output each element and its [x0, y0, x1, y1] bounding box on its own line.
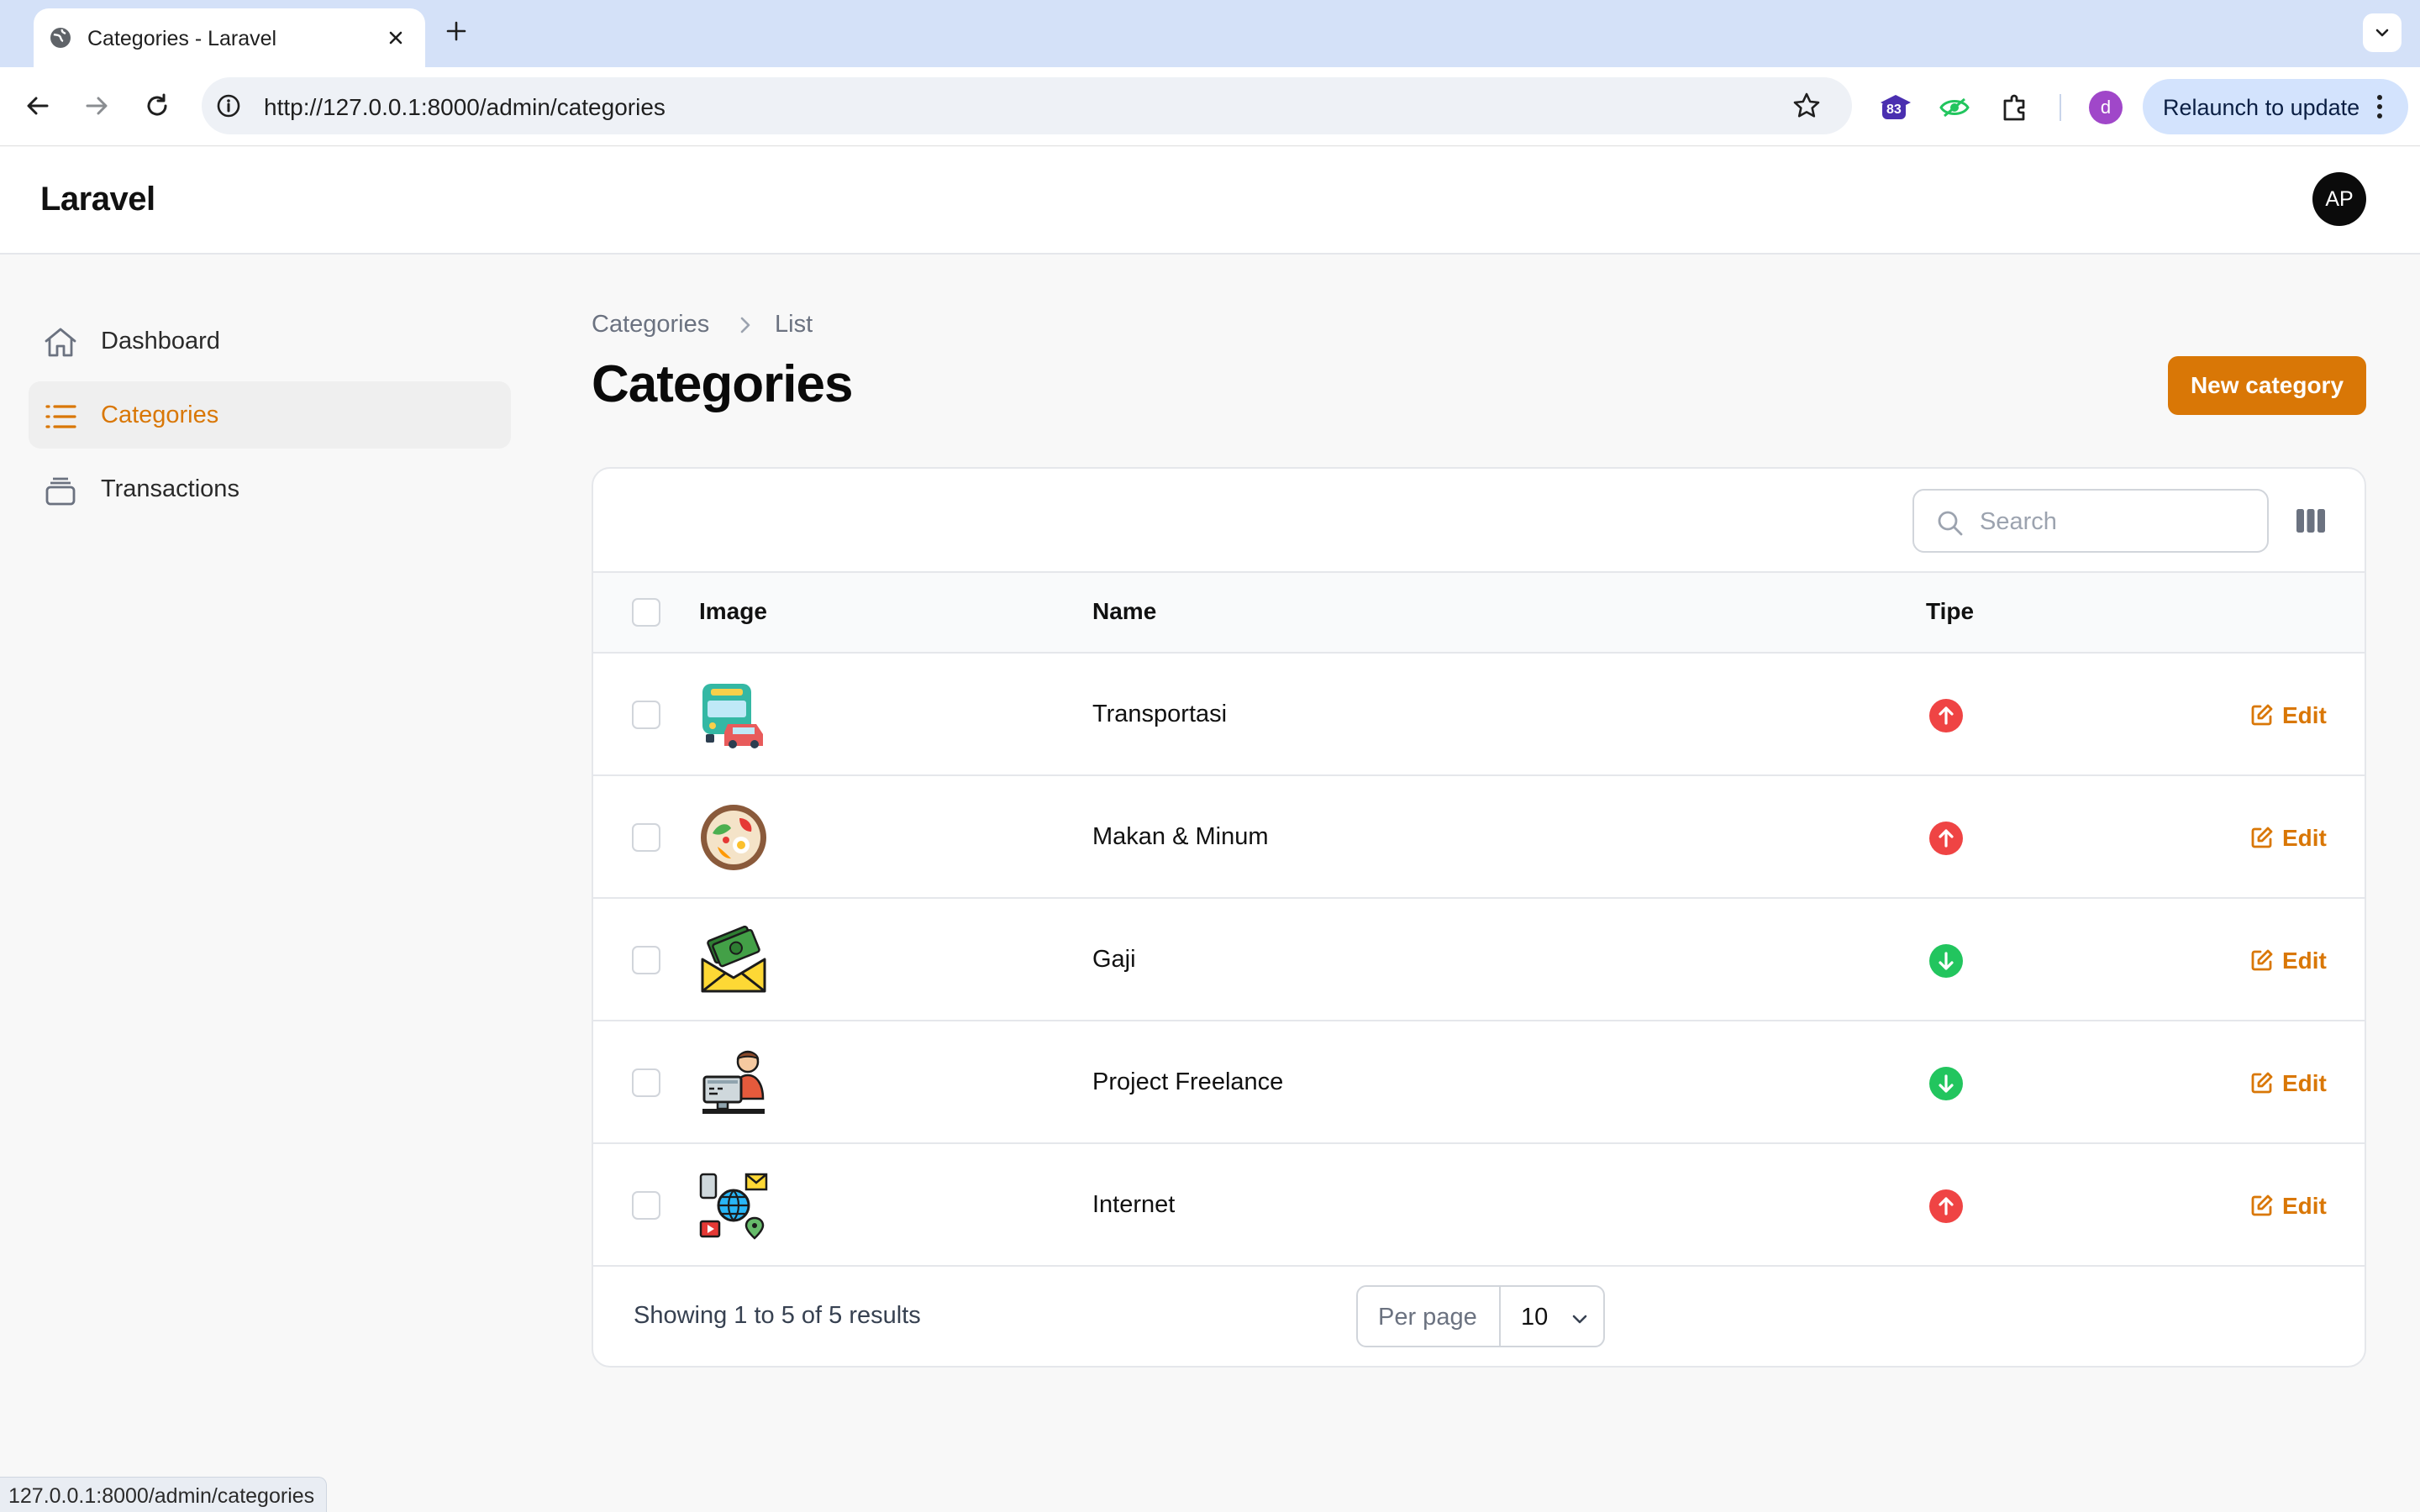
user-avatar[interactable]: AP	[2312, 172, 2366, 226]
reload-icon[interactable]	[141, 90, 173, 122]
row-checkbox[interactable]	[632, 701, 660, 729]
tab-title: Categories - Laravel	[87, 27, 277, 50]
column-header-name[interactable]: Name	[1092, 598, 1156, 625]
per-page-label: Per page	[1378, 1304, 1477, 1331]
back-arrow-icon[interactable]	[22, 90, 54, 122]
row-checkbox[interactable]	[632, 1068, 660, 1097]
extensions-puzzle-icon[interactable]	[1998, 91, 2032, 124]
close-tab-icon[interactable]	[385, 27, 407, 49]
edit-label: Edit	[2282, 1070, 2327, 1096]
sidebar-item-transactions[interactable]: Transactions	[29, 455, 511, 522]
site-info-icon[interactable]	[215, 92, 242, 119]
food-bowl-icon	[699, 803, 768, 872]
table-row[interactable]: Gaji Edit	[593, 899, 2365, 1021]
select-all-checkbox[interactable]	[632, 598, 660, 627]
per-page-divider	[1499, 1287, 1501, 1346]
table-row[interactable]: Transportasi Edit	[593, 654, 2365, 776]
column-header-tipe: Tipe	[1926, 598, 1975, 624]
search-icon	[1938, 511, 1963, 536]
chevron-down-icon	[2375, 29, 2389, 37]
address-bar[interactable]: http://127.0.0.1:8000/admin/categories	[202, 77, 1852, 134]
edit-button[interactable]: Edit	[2250, 822, 2351, 855]
chevron-right-icon	[740, 317, 750, 333]
url-text[interactable]: http://127.0.0.1:8000/admin/categories	[264, 94, 666, 121]
list-icon	[45, 405, 76, 428]
toolbar-divider	[2060, 94, 2061, 121]
extension-eye-icon[interactable]	[1938, 91, 1971, 124]
bookmark-star-icon[interactable]	[1791, 91, 1822, 121]
table-row[interactable]: Internet Edit	[593, 1144, 2365, 1267]
per-page-value[interactable]: 10	[1521, 1304, 1548, 1331]
arrow-up-circle-icon	[1929, 1189, 1963, 1223]
bus-car-icon	[699, 680, 768, 749]
category-name: Internet	[1092, 1191, 1176, 1218]
relaunch-button[interactable]: Relaunch to update	[2143, 79, 2408, 134]
edit-button[interactable]: Edit	[2250, 944, 2351, 978]
edit-pencil-icon	[2251, 1072, 2273, 1094]
arrow-up-circle-icon	[1929, 822, 1963, 855]
row-checkbox[interactable]	[632, 946, 660, 974]
per-page-select[interactable]: Per page 10	[1356, 1285, 1605, 1347]
search-field[interactable]	[1912, 489, 2269, 553]
column-header-image: Image	[699, 598, 767, 624]
breadcrumb: Categories List	[592, 311, 813, 339]
profile-avatar[interactable]: d	[2089, 91, 2123, 124]
chevron-down-icon	[1572, 1315, 1587, 1324]
edit-button[interactable]: Edit	[2250, 699, 2351, 732]
edit-label: Edit	[2282, 948, 2327, 974]
forward-arrow-icon[interactable]	[81, 90, 113, 122]
arrow-up-circle-icon	[1929, 699, 1963, 732]
edit-pencil-icon	[2251, 949, 2273, 971]
stack-icon	[45, 477, 76, 506]
new-tab-plus-icon[interactable]	[444, 18, 469, 44]
extension-badge: 83	[1882, 101, 1906, 119]
row-checkbox[interactable]	[632, 823, 660, 852]
home-icon	[45, 328, 76, 357]
edit-pencil-icon	[2251, 704, 2273, 726]
edit-pencil-icon	[2251, 1194, 2273, 1216]
money-envelope-icon	[699, 926, 768, 995]
tab-search-button[interactable]	[2363, 13, 2402, 52]
columns-toggle-icon[interactable]	[2296, 506, 2326, 536]
arrow-down-circle-icon	[1929, 944, 1963, 978]
table-row[interactable]: Project Freelance Edit	[593, 1021, 2365, 1144]
edit-label: Edit	[2282, 825, 2327, 851]
sidebar-item-label: Dashboard	[101, 328, 220, 354]
sidebar-item-dashboard[interactable]: Dashboard	[29, 307, 511, 375]
breadcrumb-categories[interactable]: Categories	[592, 311, 709, 338]
pagination-summary: Showing 1 to 5 of 5 results	[634, 1302, 921, 1329]
edit-label: Edit	[2282, 702, 2327, 728]
arrow-down-circle-icon	[1929, 1067, 1963, 1100]
category-name: Project Freelance	[1092, 1068, 1284, 1095]
edit-button[interactable]: Edit	[2250, 1189, 2351, 1223]
brand-logo[interactable]: Laravel	[40, 181, 155, 218]
search-input[interactable]	[1980, 506, 2249, 538]
freelancer-computer-icon	[699, 1048, 768, 1117]
edit-label: Edit	[2282, 1193, 2327, 1219]
table-header: Image Name Tipe	[593, 571, 2365, 654]
browser-status-url: 127.0.0.1:8000/admin/categories	[0, 1477, 328, 1512]
browser-tab-strip: Categories - Laravel	[0, 0, 2420, 67]
breadcrumb-list: List	[775, 311, 813, 338]
category-name: Transportasi	[1092, 701, 1228, 727]
row-checkbox[interactable]	[632, 1191, 660, 1220]
edit-button[interactable]: Edit	[2250, 1067, 2351, 1100]
sidebar-item-label: Categories	[101, 402, 219, 428]
page-title: Categories	[592, 355, 853, 413]
edit-pencil-icon	[2251, 827, 2273, 848]
relaunch-label: Relaunch to update	[2163, 95, 2360, 120]
more-vertical-icon[interactable]	[2375, 93, 2385, 120]
globe-icon	[49, 26, 72, 50]
category-name: Gaji	[1092, 946, 1136, 973]
sidebar-item-categories[interactable]: Categories	[29, 381, 511, 449]
new-category-button[interactable]: New category	[2168, 356, 2366, 415]
app-header: Laravel AP	[0, 147, 2420, 255]
browser-toolbar: http://127.0.0.1:8000/admin/categories 8…	[0, 67, 2420, 146]
categories-table-card: Image Name Tipe Transportasi Edit Makan …	[592, 467, 2366, 1368]
table-row[interactable]: Makan & Minum Edit	[593, 776, 2365, 899]
globe-network-icon	[699, 1171, 768, 1240]
sidebar-item-label: Transactions	[101, 475, 239, 502]
category-name: Makan & Minum	[1092, 823, 1269, 850]
browser-tab[interactable]: Categories - Laravel	[34, 8, 425, 67]
